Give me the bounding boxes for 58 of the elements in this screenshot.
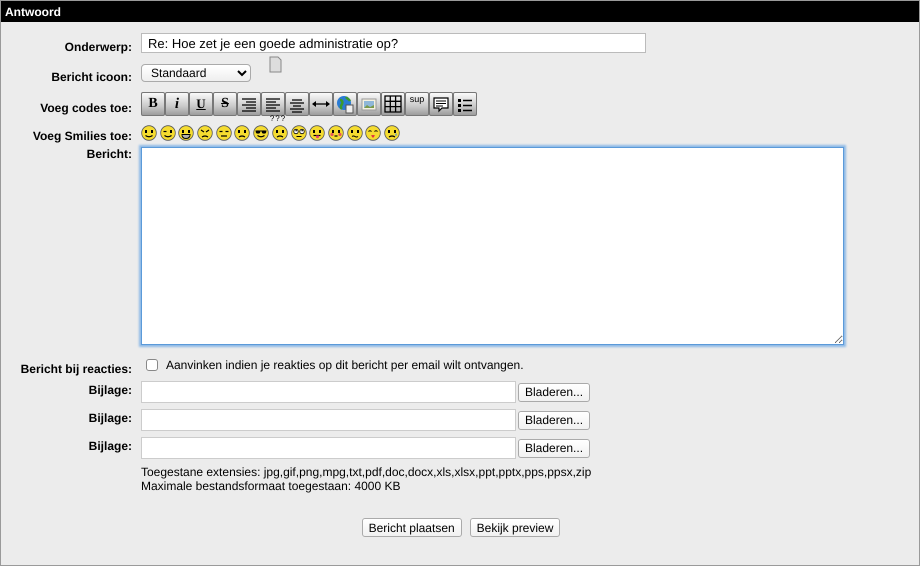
field-label: Voeg Smilies toe: xyxy=(32,128,132,142)
page-icon xyxy=(269,56,282,73)
smiley-icon[interactable] xyxy=(365,125,382,141)
smiley-icon[interactable] xyxy=(141,125,157,141)
checkbox-label: Aanvinken indien je reakties op dit bericht per email wilt ontvangen. xyxy=(166,358,524,372)
strike-button[interactable]: S xyxy=(213,92,237,116)
field-label: Bericht bij reacties: xyxy=(20,362,132,376)
file-field[interactable] xyxy=(141,437,516,459)
table-icon xyxy=(383,94,403,114)
preview-button[interactable]: Bekijk preview xyxy=(470,518,560,537)
file-field[interactable] xyxy=(141,409,516,431)
field-label: Onderwerp: xyxy=(64,40,132,54)
smiley-icon[interactable] xyxy=(253,125,270,141)
browse-button[interactable]: Bladeren... xyxy=(518,438,590,458)
smiley-icon[interactable] xyxy=(216,125,232,141)
smiley-icon[interactable] xyxy=(197,125,214,141)
rule-button[interactable] xyxy=(309,92,333,116)
smiley-icon[interactable] xyxy=(272,125,288,141)
smiley-icon[interactable] xyxy=(234,125,250,141)
table-button[interactable] xyxy=(381,92,405,116)
info-text: Toegestane extensies: jpg,gif,png,mpg,txt,pdf,doc,docx,xls,xlsx,ppt,pptx,pps,ppsx,zip xyxy=(141,465,592,479)
smiley-icon[interactable] xyxy=(160,125,176,141)
image-button[interactable] xyxy=(357,92,381,116)
align-left-button[interactable] xyxy=(261,92,285,116)
smiley-icon[interactable] xyxy=(328,125,344,141)
info-text: Maximale bestandsformaat toegestaan: 4000 KB xyxy=(141,479,402,493)
submit-button[interactable]: Bericht plaatsen xyxy=(362,518,462,537)
smiley-icon[interactable] xyxy=(290,125,306,141)
quote-button[interactable] xyxy=(429,92,453,116)
align-right-button[interactable] xyxy=(237,92,261,116)
panel-title: Antwoord xyxy=(1,1,919,22)
browse-button[interactable]: Bladeren... xyxy=(518,410,590,430)
italic-button[interactable]: i xyxy=(165,92,189,116)
field-label: Bijlage: xyxy=(88,411,132,425)
field-label: Bijlage: xyxy=(88,383,132,397)
smiley-icon[interactable] xyxy=(384,125,400,141)
subject-field[interactable]: Re: Hoe zet je een goede administratie op? xyxy=(141,33,646,53)
field-label: Bericht icoon: xyxy=(50,70,132,84)
sup-button[interactable]: sup xyxy=(405,92,429,116)
bold-button[interactable]: B xyxy=(141,92,165,116)
smiley-icon[interactable] xyxy=(346,125,363,141)
field-label: Voeg codes toe: xyxy=(39,101,132,115)
browse-button[interactable]: Bladeren... xyxy=(518,382,590,402)
double-arrow-icon xyxy=(312,100,330,108)
field-label: Bericht: xyxy=(86,147,132,161)
list-button[interactable] xyxy=(453,92,477,116)
icon-dropdown[interactable]: Standaard xyxy=(141,64,251,82)
underline-button[interactable]: U xyxy=(189,92,213,116)
smiley-caption: ??? xyxy=(270,114,286,123)
message-field[interactable] xyxy=(141,147,844,345)
smiley-icon[interactable] xyxy=(178,125,194,141)
field-label: Bijlage: xyxy=(88,439,132,453)
link-button[interactable] xyxy=(333,92,357,116)
file-field[interactable] xyxy=(141,381,516,403)
smiley-icon[interactable] xyxy=(309,125,326,141)
checkbox[interactable] xyxy=(146,359,158,371)
center-button[interactable] xyxy=(285,92,309,116)
globe-icon xyxy=(335,94,355,114)
